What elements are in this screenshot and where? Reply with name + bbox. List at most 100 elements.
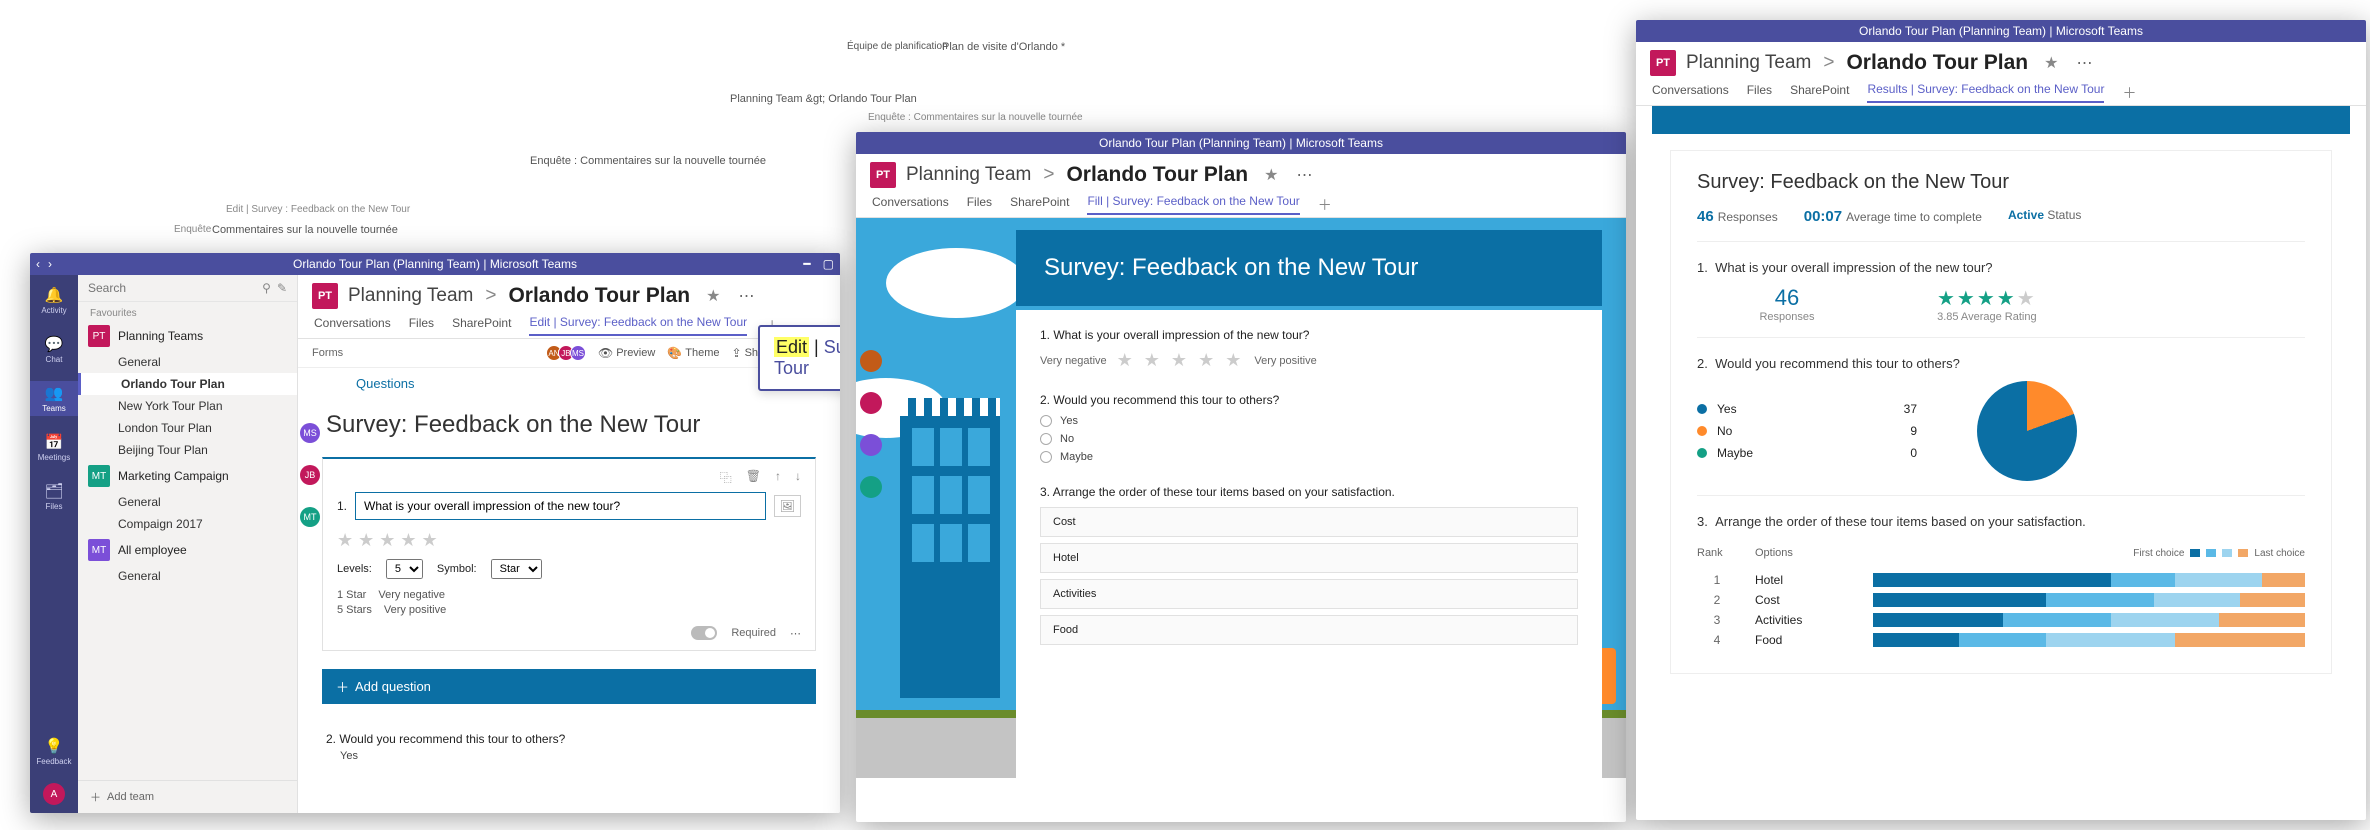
sidebar-search[interactable]: ⚲ ✎ <box>78 275 297 302</box>
theme-button[interactable]: 🎨Theme <box>667 346 719 360</box>
team-name[interactable]: Planning Team <box>906 164 1031 186</box>
compose-icon[interactable]: ✎ <box>277 281 287 295</box>
rail-avatar[interactable]: A <box>43 783 65 805</box>
minimize-icon[interactable]: ━ <box>803 257 810 271</box>
delete-icon[interactable]: 🗑 <box>746 469 761 486</box>
radio-label: No <box>1060 433 1074 445</box>
window-shape <box>940 524 962 562</box>
rank-col-options: Options <box>1755 547 1855 559</box>
tab-results-survey[interactable]: Results | Survey: Feedback on the New To… <box>1867 82 2104 103</box>
star-icon[interactable]: ★ <box>706 286 720 306</box>
preview-button[interactable]: 👁Preview <box>598 346 655 360</box>
rq3-text: Arrange the order of these tour items ba… <box>1715 514 2086 529</box>
rail-files[interactable]: 🗂Files <box>30 479 78 514</box>
avatar[interactable]: MS <box>570 345 586 361</box>
rail-meetings[interactable]: 📅Meetings <box>30 430 78 465</box>
filter-icon[interactable]: ⚲ <box>262 281 271 295</box>
search-input[interactable] <box>88 281 256 295</box>
sidebar-group-allemployee[interactable]: MT All employee <box>78 535 297 565</box>
maximize-icon[interactable]: ▢ <box>823 257 834 271</box>
more-icon[interactable]: ⋯ <box>2076 53 2094 73</box>
tab-files[interactable]: Files <box>967 195 992 214</box>
q-more-icon[interactable]: ⋯ <box>790 627 801 640</box>
tab-conversations[interactable]: Conversations <box>872 195 949 214</box>
high-label-val[interactable]: Very positive <box>384 604 446 616</box>
question-input[interactable] <box>355 492 766 520</box>
star-icon[interactable]: ★ <box>1264 165 1278 185</box>
subtab-questions[interactable]: Questions <box>356 376 415 397</box>
sidebar-ch-orlando[interactable]: Orlando Tour Plan <box>78 373 297 395</box>
window-shape <box>940 428 962 466</box>
rank-item[interactable]: Food <box>1040 615 1578 645</box>
tab-sharepoint[interactable]: SharePoint <box>452 316 511 335</box>
sidebar-group-marketing[interactable]: MT Marketing Campaign <box>78 461 297 491</box>
avatar[interactable] <box>860 392 882 414</box>
avatar[interactable]: MS <box>300 423 320 443</box>
rating-row: Very negative ★ ★ ★ ★ ★ Very positive <box>1040 350 1578 371</box>
rail-teams[interactable]: 👥Teams <box>30 381 78 416</box>
sidebar-group-planning[interactable]: PT Planning Teams <box>78 321 297 351</box>
q-number: 1. <box>337 499 347 513</box>
add-team-button[interactable]: ＋ Add team <box>78 780 297 813</box>
avatar[interactable] <box>860 434 882 456</box>
star-icon[interactable]: ★ <box>2044 53 2058 73</box>
rating-stars[interactable]: ★ ★ ★ ★ ★ <box>1117 350 1245 371</box>
avatar[interactable]: JB <box>300 465 320 485</box>
required-toggle[interactable] <box>691 626 717 640</box>
radio-no[interactable]: No <box>1040 433 1578 445</box>
avatar[interactable] <box>860 350 882 372</box>
back-icon[interactable]: ‹ <box>36 257 40 271</box>
cloud-shape <box>886 248 1026 318</box>
sidebar-ch-beijing[interactable]: Beijing Tour Plan <box>78 439 297 461</box>
rank-row: 1 Hotel <box>1697 573 2305 587</box>
tab-sharepoint[interactable]: SharePoint <box>1790 83 1849 102</box>
moveup-icon[interactable]: ↑ <box>775 469 781 486</box>
add-question-button[interactable]: ＋ Add question <box>322 669 816 704</box>
rail-feedback[interactable]: 💡Feedback <box>30 734 78 769</box>
rq2-num: 2. <box>1697 356 1708 371</box>
copy-icon[interactable]: ⿻ <box>720 469 732 486</box>
tab-files[interactable]: Files <box>409 316 434 335</box>
symbol-select[interactable]: Star <box>491 559 542 579</box>
tab-conversations[interactable]: Conversations <box>314 316 391 335</box>
symbol-label: Symbol: <box>437 563 477 575</box>
annot-enquete-label: Enquête <box>174 224 211 235</box>
tab-fill-survey[interactable]: Fill | Survey: Feedback on the New Tour <box>1087 194 1299 215</box>
q1-response-count: 46 <box>1697 285 1877 311</box>
survey-title[interactable]: Survey: Feedback on the New Tour <box>298 397 840 449</box>
movedown-icon[interactable]: ↓ <box>795 469 801 486</box>
sidebar-ch-london[interactable]: London Tour Plan <box>78 417 297 439</box>
annot-edit-tab: Edit | Survey : Feedback on the New Tour <box>226 204 410 215</box>
sidebar-ch-general-3[interactable]: General <box>78 565 297 587</box>
sidebar-ch-general-1[interactable]: General <box>78 351 297 373</box>
sidebar-ch-general-2[interactable]: General <box>78 491 297 513</box>
low-label-val[interactable]: Very negative <box>378 589 445 601</box>
sidebar-ch-campaign[interactable]: Compaign 2017 <box>78 513 297 535</box>
rank-item[interactable]: Hotel <box>1040 543 1578 573</box>
avatar[interactable]: MT <box>300 507 320 527</box>
forward-icon[interactable]: › <box>48 257 52 271</box>
more-icon[interactable]: ⋯ <box>738 286 756 306</box>
tab-sharepoint[interactable]: SharePoint <box>1010 195 1069 214</box>
sidebar-ch-newyork[interactable]: New York Tour Plan <box>78 395 297 417</box>
team-name[interactable]: Planning Team <box>1686 52 1811 74</box>
image-icon[interactable]: 🖼 <box>774 495 801 517</box>
radio-maybe[interactable]: Maybe <box>1040 451 1578 463</box>
levels-select[interactable]: 5 <box>386 559 423 579</box>
team-name[interactable]: Planning Team <box>348 285 473 307</box>
share-icon: ⇪ <box>732 346 742 360</box>
add-tab-icon[interactable]: ＋ <box>2122 83 2136 103</box>
rail-chat[interactable]: 💬Chat <box>30 332 78 367</box>
rank-item[interactable]: Cost <box>1040 507 1578 537</box>
avatar[interactable] <box>860 476 882 498</box>
radio-yes[interactable]: Yes <box>1040 415 1578 427</box>
rank-item[interactable]: Activities <box>1040 579 1578 609</box>
tab-edit-survey[interactable]: Edit | Survey: Feedback on the New Tour <box>529 315 747 336</box>
rail-activity[interactable]: 🔔Activity <box>30 283 78 318</box>
more-icon[interactable]: ⋯ <box>1296 165 1314 185</box>
app-rail: 🔔Activity 💬Chat 👥Teams 📅Meetings 🗂Files … <box>30 275 78 813</box>
tab-conversations[interactable]: Conversations <box>1652 83 1729 102</box>
tab-files[interactable]: Files <box>1747 83 1772 102</box>
rail-meetings-label: Meetings <box>38 453 70 462</box>
add-tab-icon[interactable]: ＋ <box>1318 195 1332 215</box>
